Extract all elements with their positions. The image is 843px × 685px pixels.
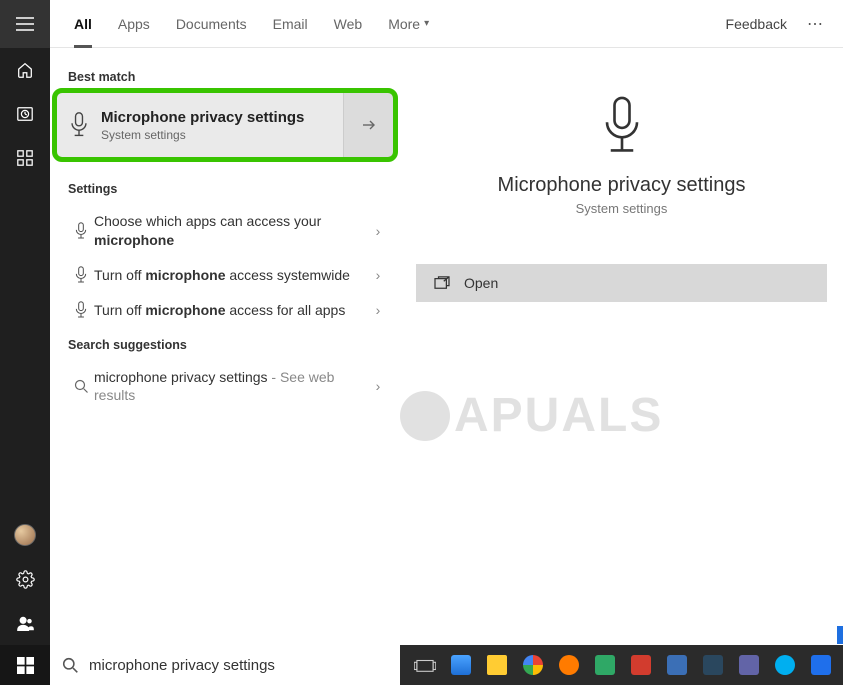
taskbar-app[interactable] [698,650,728,680]
result-text: Turn off microphone access for all apps [94,301,366,320]
tab-apps[interactable]: Apps [118,0,150,48]
search-box[interactable] [50,645,400,685]
watermark: APUALS [400,388,663,443]
taskbar-app[interactable] [734,650,764,680]
chevron-right-icon: › [366,378,390,394]
chevron-down-icon: ▾ [424,18,429,29]
start-sidebar [0,0,50,685]
feedback-link[interactable]: Feedback [726,16,787,32]
taskbar-apps [400,645,843,685]
search-icon [62,657,79,674]
open-icon [434,276,450,290]
open-button[interactable]: Open [416,264,827,302]
tab-email[interactable]: Email [273,0,308,48]
taskbar-app[interactable] [806,650,836,680]
detail-title: Microphone privacy settings [400,174,843,197]
microphone-icon [57,112,101,138]
feedback-label: Feedback [726,16,787,32]
results-panel: Best match Microphone privacy settings S… [50,48,400,685]
taskbar-app[interactable] [554,650,584,680]
chevron-right-icon: › [366,302,390,318]
section-settings: Settings [50,172,400,204]
tab-label: More [388,16,420,32]
detail-subtitle: System settings [400,201,843,216]
tab-label: Documents [176,16,247,32]
search-input[interactable] [89,657,388,674]
result-text: Choose which apps can access your microp… [94,212,366,250]
start-button[interactable] [0,645,50,685]
taskbar [0,645,843,685]
microphone-icon-large [400,96,843,156]
microphone-icon [68,301,94,319]
search-suggestion-row[interactable]: microphone privacy settings - See web re… [50,360,400,414]
settings-result-row[interactable]: Turn off microphone access systemwide› [50,258,400,293]
home-icon[interactable] [0,48,50,92]
hamburger-button[interactable] [0,0,50,48]
taskbar-app[interactable] [446,650,476,680]
taskbar-app[interactable] [662,650,692,680]
detail-panel: Microphone privacy settings System setti… [400,48,843,685]
tab-documents[interactable]: Documents [176,0,247,48]
tab-label: Apps [118,16,150,32]
people-icon[interactable] [0,601,50,645]
taskbar-app[interactable] [590,650,620,680]
chevron-right-icon: › [366,223,390,239]
expand-arrow-button[interactable] [343,93,393,157]
taskbar-app[interactable] [518,650,548,680]
apps-icon[interactable] [0,136,50,180]
user-avatar[interactable] [0,513,50,557]
taskbar-app[interactable] [482,650,512,680]
taskbar-app[interactable] [626,650,656,680]
tab-label: Web [334,16,363,32]
clock-icon[interactable] [0,92,50,136]
chevron-right-icon: › [366,267,390,283]
best-match-subtitle: System settings [101,128,343,142]
scroll-indicator [837,626,843,644]
tab-label: Email [273,16,308,32]
tab-web[interactable]: Web [334,0,363,48]
search-scope-tabs: All Apps Documents Email Web More ▾ Feedb… [50,0,843,48]
best-match-result[interactable]: Microphone privacy settings System setti… [56,92,394,158]
best-match-title: Microphone privacy settings [101,109,343,126]
more-options-button[interactable]: ⋯ [807,14,825,34]
tab-more[interactable]: More ▾ [388,0,429,48]
settings-result-row[interactable]: Choose which apps can access your microp… [50,204,400,258]
section-best-match: Best match [50,60,400,92]
settings-result-row[interactable]: Turn off microphone access for all apps› [50,293,400,328]
taskbar-app[interactable] [770,650,800,680]
section-search-suggestions: Search suggestions [50,328,400,360]
microphone-icon [68,222,94,240]
tab-label: All [74,16,92,32]
task-view-button[interactable] [410,650,440,680]
search-icon [68,379,94,394]
settings-icon[interactable] [0,557,50,601]
open-label: Open [464,275,498,291]
result-text: Turn off microphone access systemwide [94,266,366,285]
suggestion-text: microphone privacy settings - See web re… [94,368,366,406]
tab-all[interactable]: All [74,0,92,48]
microphone-icon [68,266,94,284]
